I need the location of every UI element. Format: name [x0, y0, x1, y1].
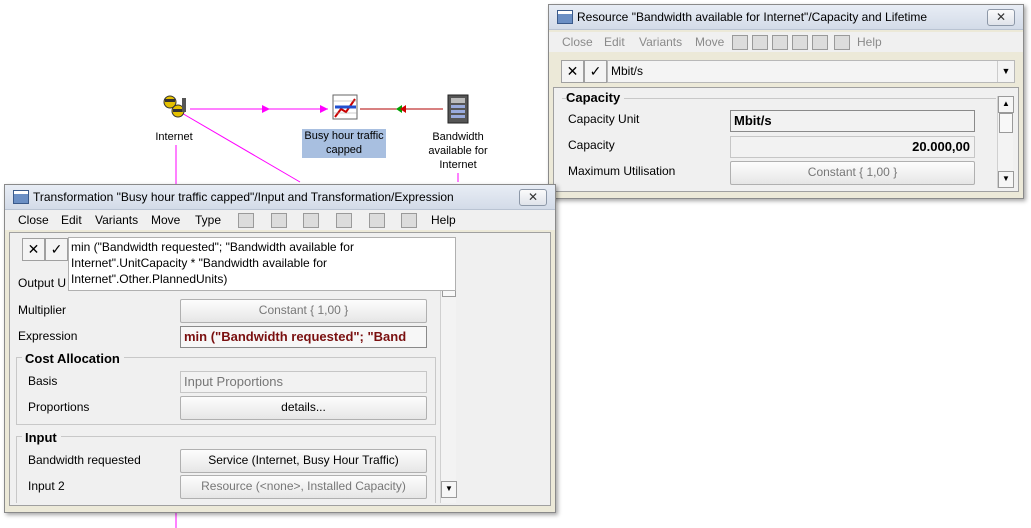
multiplier-button[interactable]: Constant { 1,00 } [180, 299, 427, 323]
unit-combobox[interactable]: Mbit/s ▼ [607, 60, 1015, 83]
resource-window-title: Resource "Bandwidth available for Intern… [577, 10, 928, 24]
window-icon [557, 10, 573, 24]
proportions-label: Proportions [28, 400, 90, 414]
cancel-icon[interactable]: ✕ [561, 60, 584, 83]
cancel-icon[interactable]: ✕ [22, 238, 45, 261]
menu-move[interactable]: Move [695, 35, 724, 49]
input-row-value: Resource (<none>, Installed Capacity) [201, 479, 406, 493]
transformation-panel: Output U Multiplier Constant { 1,00 } Ex… [9, 232, 551, 506]
arrow-head [262, 105, 270, 113]
close-icon[interactable]: ✕ [519, 189, 547, 206]
resource-scrollbar[interactable]: ▲ ▼ [997, 96, 1014, 188]
max-utilisation-button[interactable]: Constant { 1,00 } [730, 161, 975, 185]
cost-allocation-title: Cost Allocation [22, 351, 124, 366]
menu-close[interactable]: Close [562, 35, 593, 49]
expression-field[interactable]: min ("Bandwidth requested"; "Band [180, 326, 427, 348]
input-row-button[interactable]: Resource (<none>, Installed Capacity) [180, 475, 427, 499]
unit-combobox-value: Mbit/s [611, 64, 644, 78]
node-label-internet[interactable]: Internet [146, 130, 202, 144]
window-icon [13, 190, 29, 204]
basis-label: Basis [28, 374, 58, 388]
resource-titlebar[interactable]: Resource "Bandwidth available for Intern… [549, 5, 1023, 30]
server-icon[interactable] [446, 94, 470, 124]
input-row-label: Input 2 [28, 479, 65, 493]
group-title-capacity: Capacity [566, 90, 625, 105]
capacity-value: 20.000,00 [912, 139, 970, 154]
basis-value: Input Proportions [184, 374, 284, 389]
chart-icon[interactable] [331, 93, 359, 121]
scroll-up-icon[interactable]: ▲ [998, 96, 1014, 113]
capacity-unit-field[interactable]: Mbit/s [730, 110, 975, 132]
menu-help[interactable]: Help [431, 213, 456, 227]
toolbar-icon[interactable] [732, 35, 748, 50]
expression-label: Expression [18, 329, 78, 343]
capacity-unit-label: Capacity Unit [568, 112, 640, 126]
confirm-icon[interactable]: ✓ [584, 60, 607, 83]
menu-edit[interactable]: Edit [604, 35, 625, 49]
transformation-window-title: Transformation "Busy hour traffic capped… [33, 190, 454, 204]
toolbar-icon[interactable] [834, 35, 850, 50]
scroll-down-icon[interactable]: ▼ [441, 481, 457, 498]
input-row-button[interactable]: Service (Internet, Busy Hour Traffic) [180, 449, 427, 473]
menu-variants[interactable]: Variants [95, 213, 138, 227]
proportions-details-button[interactable]: details... [180, 396, 427, 420]
basis-field[interactable]: Input Proportions [180, 371, 427, 393]
link-internet-diagonal [179, 111, 301, 183]
capacity-unit-value: Mbit/s [734, 113, 772, 128]
toolbar-icon[interactable] [812, 35, 828, 50]
internet-icon[interactable] [160, 94, 188, 120]
max-utilisation-value: Constant { 1,00 } [807, 165, 898, 179]
proportions-value: details... [281, 400, 326, 414]
menu-move[interactable]: Move [151, 213, 180, 227]
toolbar-icon[interactable] [303, 213, 319, 228]
max-utilisation-label: Maximum Utilisation [568, 164, 676, 178]
scroll-down-icon[interactable]: ▼ [998, 171, 1014, 188]
confirm-icon[interactable]: ✓ [45, 238, 68, 261]
capacity-field[interactable]: 20.000,00 [730, 136, 975, 158]
multiplier-label: Multiplier [18, 303, 67, 317]
input-title: Input [22, 430, 61, 445]
toolbar-icon[interactable] [271, 213, 287, 228]
toolbar-icon[interactable] [752, 35, 768, 50]
output-label: Output U [18, 276, 67, 290]
resource-window: Resource "Bandwidth available for Intern… [548, 4, 1024, 199]
toolbar-icon[interactable] [772, 35, 788, 50]
expression-editor[interactable]: min ("Bandwidth requested"; "Bandwidth a… [68, 237, 456, 291]
expression-editor-text[interactable]: min ("Bandwidth requested"; "Bandwidth a… [71, 239, 371, 287]
resource-menubar: Close Edit Variants Move Help [549, 32, 1023, 52]
toolbar-icon[interactable] [238, 213, 254, 228]
multiplier-value: Constant { 1,00 } [258, 303, 349, 317]
close-icon[interactable]: ✕ [987, 9, 1015, 26]
capacity-label: Capacity [568, 138, 615, 152]
node-label-busy-hour[interactable]: Busy hour traffic capped [302, 129, 386, 158]
scroll-thumb[interactable] [999, 113, 1013, 133]
transformation-titlebar[interactable]: Transformation "Busy hour traffic capped… [5, 185, 555, 210]
menu-help[interactable]: Help [857, 35, 882, 49]
expression-value: min ("Bandwidth requested"; "Band [184, 329, 407, 344]
menu-type[interactable]: Type [195, 213, 221, 227]
input-row-value: Service (Internet, Busy Hour Traffic) [208, 453, 399, 467]
toolbar-icon[interactable] [792, 35, 808, 50]
transformation-menubar: Close Edit Variants Move Type Help [5, 210, 555, 230]
arrow-head [320, 105, 328, 113]
transformation-window: Transformation "Busy hour traffic capped… [4, 184, 556, 513]
toolbar-icon[interactable] [369, 213, 385, 228]
menu-close[interactable]: Close [18, 213, 49, 227]
toolbar-icon[interactable] [336, 213, 352, 228]
input-row-label: Bandwidth requested [28, 453, 141, 467]
toolbar-icon[interactable] [401, 213, 417, 228]
menu-edit[interactable]: Edit [61, 213, 82, 227]
node-label-bandwidth[interactable]: Bandwidth available for Internet [418, 130, 498, 172]
resource-panel: Capacity Capacity Unit Mbit/s Capacity 2… [553, 87, 1019, 192]
transformation-scrollbar[interactable]: ▼ [440, 288, 457, 503]
chevron-down-icon[interactable]: ▼ [997, 61, 1014, 82]
menu-variants[interactable]: Variants [639, 35, 682, 49]
